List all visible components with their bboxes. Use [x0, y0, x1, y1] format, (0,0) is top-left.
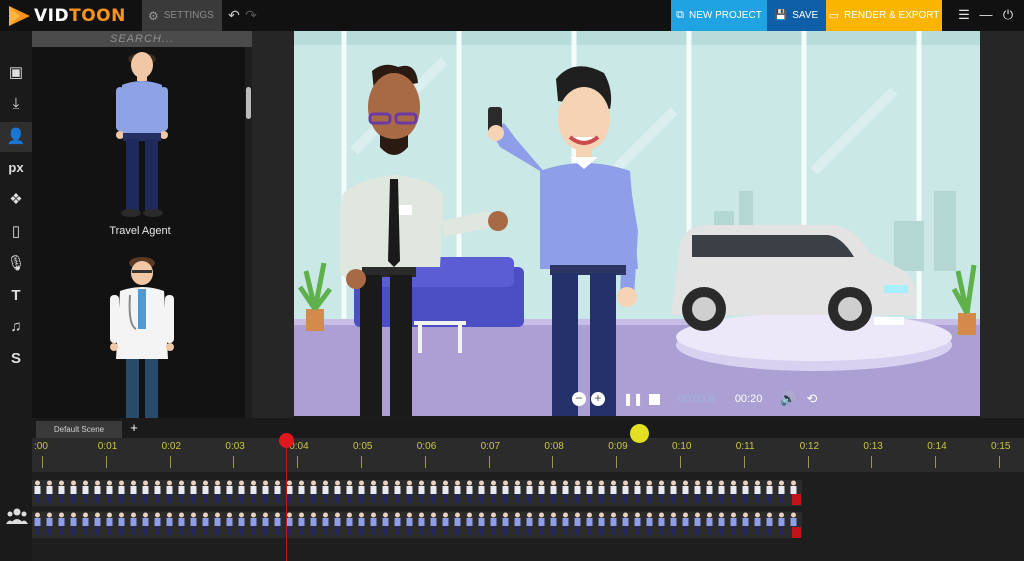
- ruler-tick: [488, 456, 490, 468]
- ruler-tick-label: 0:15: [991, 441, 1011, 452]
- render-export-button[interactable]: ▭ RENDER & EXPORT: [826, 0, 942, 31]
- ruler-tick: [169, 456, 171, 468]
- vidtoon-app: VIDTOON ⚙ SETTINGS ↶ ↷ ⧉ NEW PROJECT 💾 S…: [0, 0, 1024, 561]
- ruler-tick-label: 0:13: [863, 441, 883, 452]
- scene-illustration: [294, 31, 980, 416]
- timeline-ruler[interactable]: :00 0:01 0:02 0:03 0:04 0:05 0:06 0:07 0:08 0:09 0…: [32, 438, 1024, 472]
- settings-label: SETTINGS: [163, 10, 214, 21]
- character-thumbnail-travel-agent[interactable]: [92, 47, 192, 219]
- music-icon[interactable]: ♫: [0, 312, 32, 342]
- ruler-tick-label: 0:06: [416, 441, 437, 452]
- ruler-tick: [42, 456, 43, 468]
- player-controls: − + ❚❚ 00:03.8 00:20 🔊 ⟲: [570, 389, 830, 409]
- ruler-tick-label: :00: [34, 441, 48, 452]
- zoom-out-icon[interactable]: −: [572, 392, 586, 406]
- ruler-tick: [680, 456, 681, 468]
- ruler-tick-label: 0:05: [353, 441, 373, 452]
- s-icon[interactable]: S: [0, 344, 32, 374]
- mouse-cursor-highlight: [630, 424, 649, 443]
- power-icon[interactable]: ⏻: [1000, 7, 1016, 23]
- ruler-tick: [999, 456, 1000, 468]
- monitor-icon: ▭: [828, 10, 839, 22]
- group-icon: [6, 508, 28, 524]
- ruler-tick-label: 0:07: [480, 441, 501, 452]
- ruler-tick: [616, 456, 618, 468]
- floppy-disk-icon: 💾: [774, 10, 788, 21]
- window-controls: ☰ — ⏻: [956, 5, 1022, 25]
- ruler-tick: [233, 456, 235, 468]
- logo-text-toon: TOON: [69, 5, 126, 26]
- logo-text-vid: VID: [34, 5, 70, 26]
- panel-divider: [252, 31, 294, 418]
- playhead-line: [286, 440, 287, 561]
- gear-icon: ⚙: [148, 8, 159, 23]
- play-logo-icon: [9, 5, 30, 26]
- add-scene-icon[interactable]: +: [127, 421, 141, 435]
- new-project-button[interactable]: ⧉ NEW PROJECT: [671, 0, 767, 31]
- text-icon[interactable]: T: [0, 281, 32, 311]
- minimize-icon[interactable]: —: [978, 7, 994, 23]
- library-scrollbar[interactable]: [245, 47, 252, 418]
- pause-icon[interactable]: ❚❚: [623, 392, 643, 406]
- scene-tabs: Default Scene +: [32, 418, 1024, 438]
- track-end-marker[interactable]: [792, 494, 801, 505]
- ruler-tick-label: 0:02: [161, 441, 182, 452]
- new-project-label: NEW PROJECT: [689, 10, 762, 21]
- ruler-tick: [935, 456, 937, 468]
- px-icon[interactable]: px: [0, 153, 32, 183]
- character-library: SEARCH... Travel Agent: [32, 31, 252, 418]
- ruler-tick-label: 0:09: [608, 441, 628, 452]
- ruler-tick-label: 0:11: [735, 441, 755, 452]
- stage-right-gutter: [980, 31, 1024, 418]
- ruler-tick: [807, 456, 809, 468]
- character-label: Travel Agent: [109, 225, 171, 237]
- undo-icon[interactable]: ↶: [226, 7, 242, 23]
- ruler-tick: [297, 456, 299, 468]
- top-bar: VIDTOON ⚙ SETTINGS ↶ ↷ ⧉ NEW PROJECT 💾 S…: [0, 0, 1024, 31]
- track-character-2[interactable]: [32, 512, 802, 538]
- new-project-icon: ⧉: [676, 9, 685, 21]
- ruler-tick-label: 0:12: [799, 441, 820, 452]
- current-time: 00:03.8: [678, 393, 715, 405]
- loop-icon[interactable]: ⟲: [807, 391, 818, 407]
- redo-icon[interactable]: ↷: [243, 7, 259, 23]
- user-icon[interactable]: 👤: [0, 122, 32, 152]
- track-end-marker[interactable]: [792, 527, 801, 538]
- timeline-tracks: [32, 472, 1024, 561]
- ruler-tick-label: 0:08: [544, 441, 564, 452]
- ruler-tick: [552, 456, 554, 468]
- menu-icon[interactable]: ☰: [956, 7, 972, 23]
- character-thumbnail-doctor[interactable]: [92, 255, 192, 418]
- ruler-tick: [743, 456, 745, 468]
- scene-canvas[interactable]: [294, 31, 980, 416]
- ruler-tick-label: 0:01: [97, 441, 118, 452]
- ruler-tick-label: 0:14: [927, 441, 947, 452]
- stop-icon[interactable]: [649, 393, 661, 405]
- render-label: RENDER & EXPORT: [844, 10, 940, 21]
- image-icon[interactable]: ▣: [0, 58, 32, 88]
- document-icon[interactable]: ▯: [0, 217, 32, 247]
- microphone-icon[interactable]: 🎙: [0, 249, 32, 279]
- download-icon[interactable]: ⤓: [0, 89, 32, 119]
- track-character-1[interactable]: [32, 480, 802, 506]
- search-input[interactable]: SEARCH...: [32, 31, 252, 47]
- ruler-tick: [424, 456, 426, 468]
- save-label: SAVE: [792, 10, 819, 21]
- tab-default-scene[interactable]: Default Scene: [36, 421, 122, 438]
- ruler-tick: [361, 456, 362, 468]
- app-logo: VIDTOON: [6, 2, 126, 29]
- save-button[interactable]: 💾 SAVE: [767, 0, 826, 31]
- tool-rail: ▣ ⤓ 👤 px ❖ ▯ 🎙 T ♫ S: [0, 31, 32, 561]
- ruler-tick: [871, 456, 873, 468]
- props-icon[interactable]: ❖: [0, 185, 32, 215]
- zoom-in-icon[interactable]: +: [591, 392, 605, 406]
- library-scroll-thumb[interactable]: [246, 87, 251, 119]
- settings-button[interactable]: ⚙ SETTINGS: [142, 0, 222, 31]
- ruler-tick: [105, 456, 107, 468]
- playhead-handle[interactable]: [279, 433, 294, 448]
- ruler-tick-label: 0:03: [225, 441, 245, 452]
- total-time: 00:20: [734, 393, 763, 405]
- volume-icon[interactable]: 🔊: [780, 391, 796, 407]
- ruler-tick-label: 0:10: [672, 441, 692, 452]
